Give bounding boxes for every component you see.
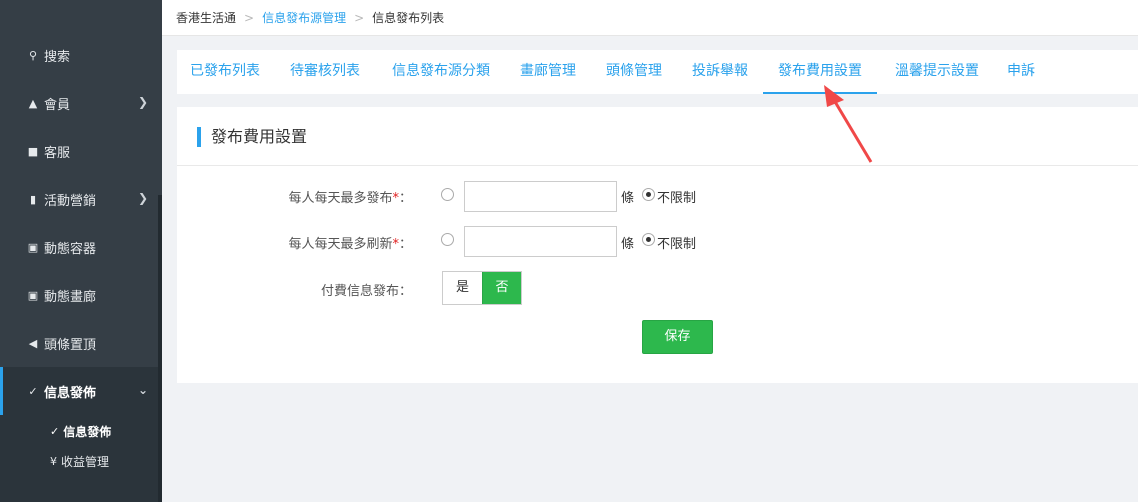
- paid-publish-label: 付費信息發布：: [320, 284, 412, 299]
- field-label-colon: ：: [398, 237, 412, 252]
- breadcrumb-section[interactable]: 信息發布源管理: [262, 9, 346, 26]
- paid-no-option[interactable]: 否: [482, 272, 521, 304]
- breadcrumb: 香港生活通 > 信息發布源管理 > 信息發布列表: [162, 0, 1138, 36]
- submenu-item-label: 收益管理: [61, 455, 110, 469]
- sidebar-item-search[interactable]: ⚲ 搜索: [0, 31, 158, 79]
- tab-source-category[interactable]: 信息發布源分類: [382, 50, 500, 94]
- chevron-down-icon: ⌄: [137, 383, 148, 397]
- tab-complaint-report[interactable]: 投訴舉報: [684, 50, 756, 94]
- box-icon: ▣: [27, 240, 39, 254]
- tab-gallery-manage[interactable]: 畫廊管理: [512, 50, 584, 94]
- sidebar-item-marketing[interactable]: ▮ 活動營銷 ❯: [0, 175, 158, 223]
- chevron-right-icon: ❯: [137, 95, 148, 109]
- sidebar-item-label: 會員: [44, 97, 71, 113]
- max-post-label: 每人每天最多發布*：: [152, 187, 412, 206]
- submenu-item-revenue[interactable]: ¥ 收益管理: [50, 453, 109, 470]
- max-refresh-label: 每人每天最多刷新*：: [152, 233, 412, 252]
- field-label-text: 每人每天最多刷新: [288, 237, 393, 252]
- max-post-unlimited-label[interactable]: 不限制: [657, 187, 696, 206]
- tab-pending-review[interactable]: 待審核列表: [282, 50, 368, 94]
- breadcrumb-home[interactable]: 香港生活通: [176, 9, 236, 26]
- max-post-unlimited-radio[interactable]: [642, 188, 655, 201]
- sidebar-item-gallery[interactable]: ▣ 動態畫廊: [0, 271, 158, 319]
- sidebar-item-label: 搜索: [44, 49, 71, 65]
- search-icon: ⚲: [28, 48, 38, 62]
- tab-appeal[interactable]: 申訴: [999, 50, 1043, 94]
- megaphone-icon: ◀: [28, 336, 38, 350]
- max-refresh-unlimited-label[interactable]: 不限制: [657, 233, 696, 252]
- yen-icon: ¥: [50, 455, 57, 468]
- sidebar-item-label: 頭條置頂: [44, 337, 97, 353]
- chevron-right-icon: >: [244, 10, 255, 25]
- tab-bar: 已發布列表 待審核列表 信息發布源分類 畫廊管理 頭條管理 投訴舉報 發布費用設…: [177, 50, 1138, 94]
- sidebar-item-label: 活動營銷: [44, 193, 97, 209]
- chevron-right-icon: >: [354, 10, 365, 25]
- paid-publish-toggle: 是 否: [442, 271, 522, 305]
- divider: [177, 165, 1138, 166]
- edit-icon: ✓: [28, 384, 38, 398]
- chat-icon: ■: [27, 144, 39, 158]
- sidebar-item-label: 動態容器: [44, 241, 97, 257]
- max-refresh-input[interactable]: [464, 226, 617, 257]
- sidebar-item-support[interactable]: ■ 客服: [0, 127, 158, 175]
- field-label-text: 每人每天最多發布: [288, 191, 393, 206]
- tab-published-list[interactable]: 已發布列表: [182, 50, 268, 94]
- fee-settings-panel: 發布費用設置 每人每天最多發布*： 條 不限制 每人每天最多刷新*： 條 不限制…: [177, 107, 1138, 383]
- max-refresh-unlimited-radio[interactable]: [642, 233, 655, 246]
- save-button[interactable]: 保存: [642, 320, 713, 354]
- sidebar-item-headline[interactable]: ◀ 頭條置頂: [0, 319, 158, 367]
- max-post-input[interactable]: [464, 181, 617, 212]
- max-refresh-unit: 條: [621, 237, 635, 252]
- chevron-right-icon: ❯: [137, 191, 148, 205]
- field-label-colon: ：: [398, 191, 412, 206]
- breadcrumb-current: 信息發布列表: [372, 11, 445, 25]
- sidebar-item-member[interactable]: ▲ 會員 ❯: [0, 79, 158, 127]
- tab-fee-settings[interactable]: 發布費用設置: [763, 50, 877, 94]
- bookmark-icon: ▮: [29, 192, 37, 206]
- edit-icon: ✓: [50, 425, 60, 438]
- sidebar-submenu: ✓ 信息發佈 ¥ 收益管理: [0, 415, 158, 502]
- tab-headline-manage[interactable]: 頭條管理: [598, 50, 670, 94]
- image-icon: ▣: [27, 288, 39, 302]
- sidebar: ⚲ 搜索 ▲ 會員 ❯ ■ 客服 ▮ 活動營銷 ❯ ▣ 動態容器 ▣ 動態畫廊 …: [0, 0, 162, 502]
- max-refresh-limit-radio[interactable]: [441, 233, 454, 246]
- tab-reminder-settings[interactable]: 溫馨提示設置: [885, 50, 989, 94]
- submenu-item-label: 信息發佈: [63, 425, 112, 439]
- sidebar-item-container[interactable]: ▣ 動態容器: [0, 223, 158, 271]
- sidebar-item-publish[interactable]: ✓ 信息發佈 ⌄: [0, 367, 158, 415]
- bell-icon: ▲: [28, 96, 38, 110]
- max-post-unit: 條: [621, 191, 635, 206]
- sidebar-item-label: 客服: [44, 145, 71, 161]
- paid-yes-option[interactable]: 是: [443, 272, 482, 304]
- sidebar-item-label: 信息發佈: [44, 385, 97, 401]
- sidebar-item-label: 動態畫廊: [44, 289, 97, 305]
- panel-title: 發布費用設置: [197, 127, 307, 147]
- max-post-limit-radio[interactable]: [441, 188, 454, 201]
- submenu-item-publish[interactable]: ✓ 信息發佈: [50, 423, 111, 440]
